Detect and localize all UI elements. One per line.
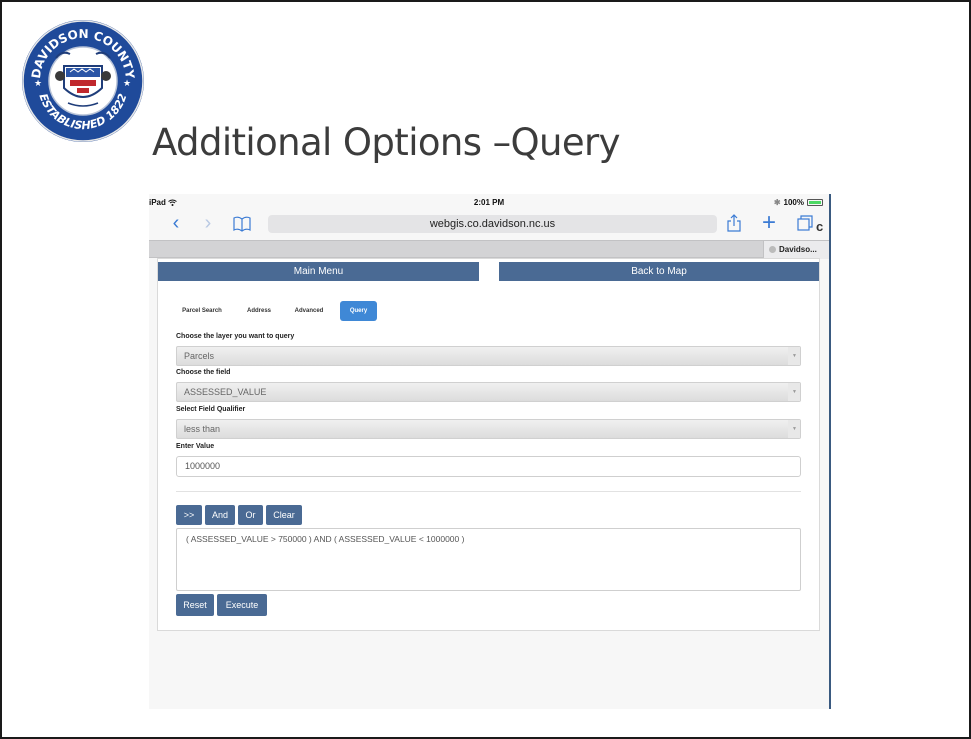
tab-query[interactable]: Query — [340, 301, 377, 321]
execute-button[interactable]: Execute — [217, 594, 267, 616]
back-icon[interactable]: ‹ — [167, 210, 185, 238]
value-label: Enter Value — [176, 443, 215, 450]
field-label: Choose the field — [176, 369, 231, 376]
bluetooth-icon: ✱ — [773, 198, 781, 207]
slide-title: Additional Options –Query — [152, 121, 621, 164]
status-bar: iPad 2:01 PM ✱ 100% — [149, 194, 829, 210]
layer-select-value: Parcels — [184, 351, 215, 361]
field-select-value: ASSESSED_VALUE — [184, 387, 267, 397]
reset-button[interactable]: Reset — [176, 594, 214, 616]
share-icon[interactable] — [724, 210, 744, 238]
battery-icon — [807, 199, 823, 206]
layer-select[interactable]: Parcels ▼ — [176, 346, 801, 366]
qualifier-select-value: less than — [184, 424, 221, 434]
query-panel: Main Menu Back to Map Parcel Search Addr… — [157, 258, 820, 631]
county-seal-logo: DAVIDSON COUNTY ESTABLISHED 1822 ★ ★ — [22, 20, 144, 142]
main-menu-button[interactable]: Main Menu — [158, 262, 479, 281]
svg-text:★: ★ — [123, 79, 131, 89]
divider — [176, 491, 801, 492]
tab-strip: Davidso... — [149, 240, 829, 259]
add-to-query-button[interactable]: >> — [176, 505, 202, 525]
qualifier-label: Select Field Qualifier — [176, 406, 246, 413]
browser-tab[interactable]: Davidso... — [763, 241, 829, 259]
url-text: webgis.co.davidson.nc.us — [429, 218, 556, 230]
svg-text:★: ★ — [34, 79, 42, 89]
tab-advanced[interactable]: Advanced — [290, 301, 328, 321]
forward-icon[interactable]: › — [199, 210, 217, 238]
browser-toolbar: ‹ › webgis.co.davidson.nc.us c + — [149, 210, 829, 240]
layer-label: Choose the layer you want to query — [176, 333, 295, 340]
query-expression: ( ASSESSED_VALUE > 750000 ) AND ( ASSESS… — [186, 534, 465, 544]
tab-parcel-search[interactable]: Parcel Search — [175, 301, 229, 321]
ipad-screenshot: iPad 2:01 PM ✱ 100% ‹ › webgis.co.davids… — [149, 194, 831, 709]
and-button[interactable]: And — [205, 505, 235, 525]
query-expression-textarea[interactable]: ( ASSESSED_VALUE > 750000 ) AND ( ASSESS… — [176, 528, 801, 591]
clear-button[interactable]: Clear — [266, 505, 302, 525]
address-bar[interactable]: webgis.co.davidson.nc.us c — [268, 215, 823, 234]
back-to-map-button[interactable]: Back to Map — [499, 262, 819, 281]
tab-address[interactable]: Address — [242, 301, 276, 321]
reload-icon[interactable]: c — [816, 218, 823, 236]
slide: DAVIDSON COUNTY ESTABLISHED 1822 ★ ★ Add… — [0, 0, 971, 739]
bookmarks-icon[interactable] — [231, 210, 253, 238]
favicon-icon — [769, 246, 776, 254]
status-time: 2:01 PM — [473, 198, 505, 207]
value-input[interactable]: 1000000 — [176, 456, 801, 477]
battery-percent: 100% — [783, 198, 804, 207]
new-tab-icon[interactable]: + — [759, 210, 779, 238]
chevron-down-icon: ▼ — [788, 347, 800, 365]
qualifier-select[interactable]: less than ▼ — [176, 419, 801, 439]
tabs-icon[interactable] — [795, 210, 815, 238]
chevron-down-icon: ▼ — [788, 420, 800, 438]
tab-title: Davidso... — [779, 245, 817, 254]
field-select[interactable]: ASSESSED_VALUE ▼ — [176, 382, 801, 402]
or-button[interactable]: Or — [238, 505, 263, 525]
chevron-down-icon: ▼ — [788, 383, 800, 401]
